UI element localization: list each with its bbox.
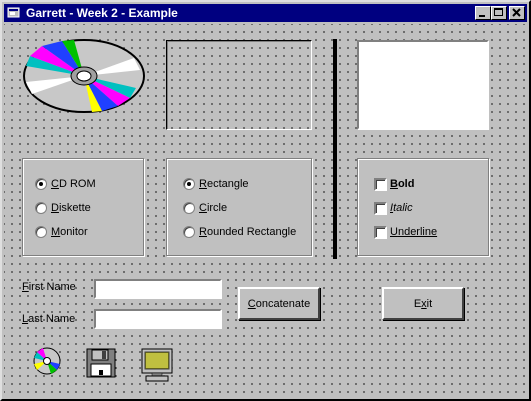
last-name-label-text: ast Name <box>28 313 76 325</box>
concatenate-button[interactable]: Concatenate <box>238 287 320 320</box>
close-icon <box>512 8 521 17</box>
rectangle-label: ectangle <box>206 178 249 190</box>
shape-frame <box>166 40 312 130</box>
exit-button[interactable]: Exit <box>382 287 464 320</box>
italic-label: talic <box>393 202 413 214</box>
circle-label: ircle <box>206 202 228 214</box>
font-style-group: Bold Italic Underline <box>357 158 489 256</box>
exit-label: it <box>426 297 433 310</box>
rectangle-option[interactable]: Rectangle <box>183 177 309 193</box>
bold-option[interactable]: Bold <box>374 177 484 193</box>
rectangle-label-accel: R <box>199 178 207 190</box>
cdrom-radio[interactable] <box>35 178 47 190</box>
diskette-label-accel: D <box>51 202 59 214</box>
rounded-rectangle-label-accel: R <box>199 226 207 238</box>
bold-label-accel: B <box>390 178 398 190</box>
italic-checkbox[interactable] <box>374 202 387 215</box>
rounded-rectangle-radio[interactable] <box>183 226 195 238</box>
maximize-button[interactable] <box>491 6 507 20</box>
underline-option[interactable]: Underline <box>374 225 484 241</box>
bold-checkbox[interactable] <box>374 178 387 191</box>
monitor-radio[interactable] <box>35 226 47 238</box>
floppy-disk-icon <box>86 348 116 378</box>
last-name-input[interactable] <box>94 309 222 329</box>
underline-checkbox[interactable] <box>374 226 387 239</box>
shape-options-group: Rectangle Circle Rounded Rectangle <box>166 158 312 256</box>
title-bar[interactable]: Garrett - Week 2 - Example <box>4 4 527 22</box>
monitor-label-accel: M <box>51 226 61 238</box>
concatenate-label-accel: C <box>247 297 256 310</box>
large-cd-image <box>23 39 145 113</box>
diskette-option[interactable]: Diskette <box>35 201 139 217</box>
form-client-area: CD ROM Diskette Monitor Rectangle Circle <box>4 24 527 397</box>
rounded-rectangle-option[interactable]: Rounded Rectangle <box>183 225 309 241</box>
bold-label: old <box>397 178 415 190</box>
italic-option[interactable]: Italic <box>374 201 484 217</box>
circle-radio[interactable] <box>183 202 195 214</box>
cdrom-label-accel: C <box>51 178 59 190</box>
circle-option[interactable]: Circle <box>183 201 309 217</box>
cdrom-option[interactable]: CD ROM <box>35 177 139 193</box>
app-window: Garrett - Week 2 - Example CD ROM Disket… <box>0 0 531 401</box>
cdrom-label: D ROM <box>58 178 96 190</box>
first-name-label: First Name <box>22 281 76 293</box>
concatenate-label: oncatenate <box>255 297 311 310</box>
minimize-button[interactable] <box>475 6 491 20</box>
window-title: Garrett - Week 2 - Example <box>26 6 178 20</box>
media-options-group: CD ROM Diskette Monitor <box>22 158 144 256</box>
monitor-label: onitor <box>60 226 88 238</box>
circle-label-accel: C <box>199 202 207 214</box>
diskette-label: iskette <box>58 202 91 214</box>
maximize-icon <box>494 8 503 16</box>
text-preview-box <box>357 40 489 130</box>
vertical-divider-line <box>333 39 337 259</box>
rounded-rectangle-label: ounded Rectangle <box>206 226 297 238</box>
monitor-option[interactable]: Monitor <box>35 225 139 241</box>
first-name-input[interactable] <box>94 279 222 299</box>
last-name-label: Last Name <box>22 313 75 325</box>
cd-icon <box>33 347 61 375</box>
underline-label: nderline <box>397 226 438 238</box>
underline-label-accel: U <box>390 226 398 238</box>
minimize-icon <box>479 15 485 17</box>
diskette-radio[interactable] <box>35 202 47 214</box>
close-button[interactable] <box>509 6 525 20</box>
first-name-label-accel: F <box>22 281 29 293</box>
first-name-label-text: irst Name <box>28 281 76 293</box>
app-icon <box>7 7 20 18</box>
monitor-icon <box>141 348 173 382</box>
rectangle-radio[interactable] <box>183 178 195 190</box>
